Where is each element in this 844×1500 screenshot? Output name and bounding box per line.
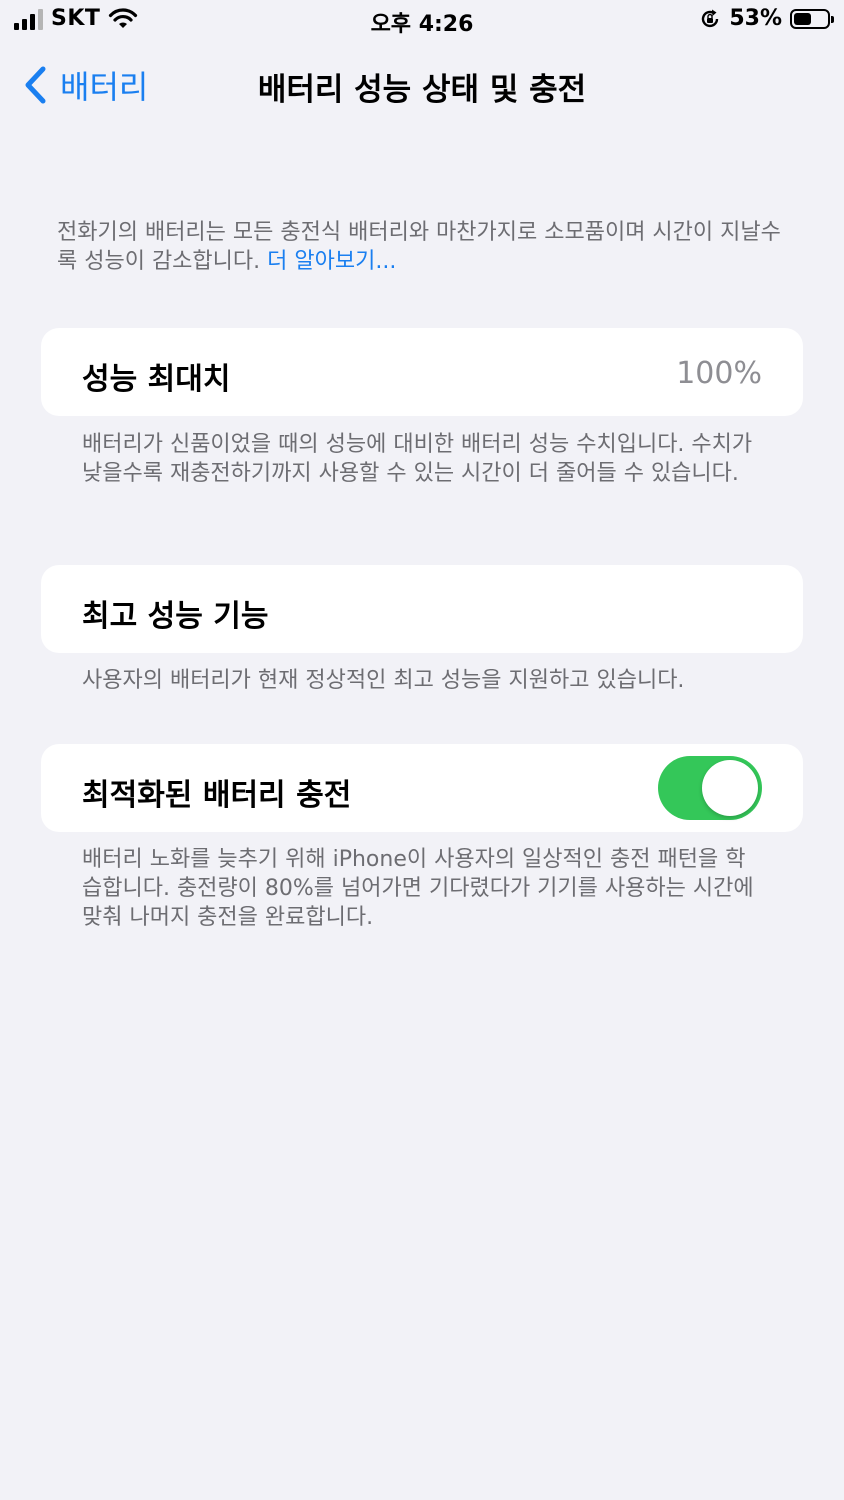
page-title: 배터리 성능 상태 및 충전 [257,72,587,108]
max-capacity-footer: 배터리가 신품이었을 때의 성능에 대비한 배터리 성능 수치입니다. 수치가 … [82,432,753,486]
peak-performance-label: 최고 성능 기능 [82,599,269,634]
optimized-charging-label: 최적화된 배터리 충전 [82,778,352,813]
toggle-knob [702,760,758,816]
orientation-lock-icon [702,9,719,27]
max-capacity-value: 100% [676,356,762,391]
learn-more-link[interactable]: 더 알아보기... [267,249,396,274]
optimized-charging-row: 최적화된 배터리 충전 [41,744,803,832]
max-capacity-row: 성능 최대치 100% [41,328,803,416]
status-right: 53% [699,6,834,31]
intro-text: 전화기의 배터리는 모든 충전식 배터리와 마찬가지로 소모품이며 시간이 지날… [57,220,781,274]
battery-icon [790,8,834,29]
navigation-bar: 배터리 배터리 성능 상태 및 충전 [0,50,844,120]
max-capacity-label: 성능 최대치 [82,362,231,397]
peak-performance-row: 최고 성능 기능 [41,565,803,653]
peak-performance-footer: 사용자의 배터리가 현재 정상적인 최고 성능을 지원하고 있습니다. [82,668,685,693]
status-bar: SKT 오후 4:26 53% [0,0,844,44]
intro-description: 전화기의 배터리는 모든 충전식 배터리와 마찬가지로 소모품이며 시간이 지날… [57,218,797,276]
optimized-charging-footer: 배터리 노화를 늦추기 위해 iPhone이 사용자의 일상적인 충전 패턴을 … [82,847,754,930]
optimized-charging-toggle[interactable] [658,756,762,820]
battery-percent: 53% [729,6,782,31]
